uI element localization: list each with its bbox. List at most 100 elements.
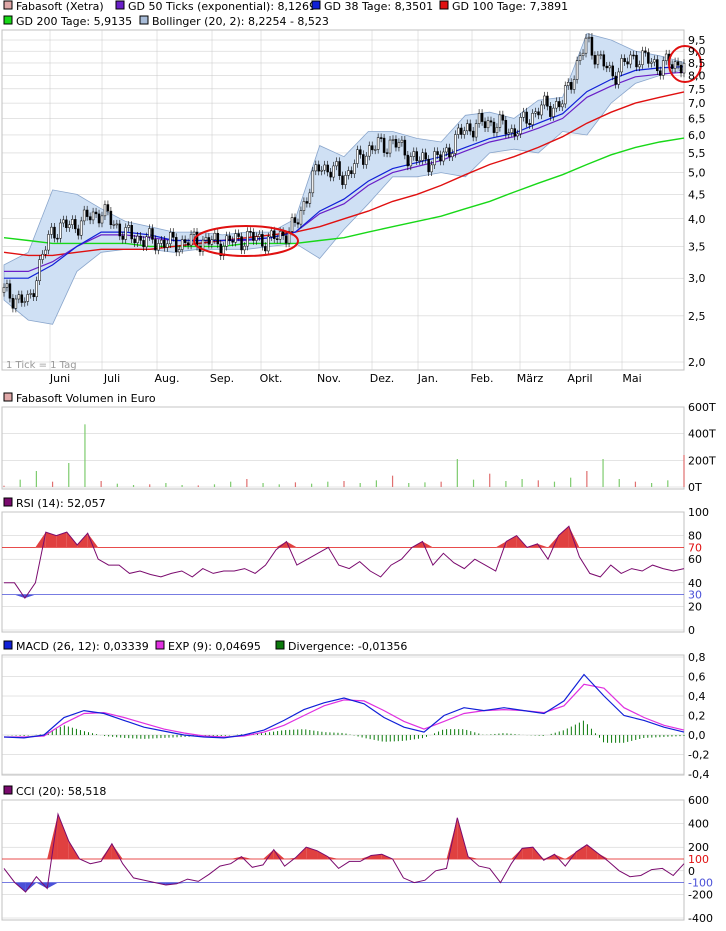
legend-swatch-gd100 xyxy=(439,0,449,10)
candle-body xyxy=(424,152,427,160)
legend-label-volume: Fabasoft Volumen in Euro xyxy=(16,392,156,405)
candle-body xyxy=(620,58,623,73)
candle-body xyxy=(552,107,555,117)
legend-swatch-exp xyxy=(155,640,165,650)
candle-body xyxy=(160,239,163,244)
candle-body xyxy=(142,240,145,248)
candle-body xyxy=(130,225,133,240)
candle-body xyxy=(451,153,454,158)
price-y-label: 7,0 xyxy=(688,97,706,110)
cci-upper-area xyxy=(522,847,533,859)
candle-body xyxy=(537,111,540,116)
candle-body xyxy=(412,151,416,157)
candle-body xyxy=(8,283,12,299)
candle-body xyxy=(97,213,101,224)
legend-swatch-cci xyxy=(3,785,13,795)
candle-body xyxy=(617,71,620,85)
volume-bar xyxy=(634,481,637,487)
candle-body xyxy=(602,54,606,67)
candle-body xyxy=(555,101,558,109)
candle-body xyxy=(255,236,258,241)
candle-body xyxy=(614,75,617,85)
candle-body xyxy=(148,228,151,237)
candle-body xyxy=(320,169,323,172)
macd-y-label: 0,4 xyxy=(688,690,706,703)
candle-body xyxy=(38,259,41,282)
candle-body xyxy=(572,79,576,90)
macd-y-label: -0,4 xyxy=(688,768,709,781)
candle-body xyxy=(157,243,160,251)
candle-body xyxy=(578,55,582,61)
price-y-label: 7,5 xyxy=(688,83,706,96)
candle-body xyxy=(50,226,53,235)
price-legend: Fabasoft (Xetra) GD 50 Ticks (exponentia… xyxy=(3,0,568,28)
candle-body xyxy=(228,235,231,241)
candle-body xyxy=(103,204,107,217)
candle-body xyxy=(430,164,433,173)
candle-body xyxy=(350,170,353,175)
volume-bar xyxy=(213,484,216,487)
candle-body xyxy=(133,238,136,244)
candle-body xyxy=(23,301,27,303)
candle-body xyxy=(367,145,371,157)
candle-body xyxy=(676,61,680,66)
candle-body xyxy=(664,53,668,61)
legend-label-gd200: GD 200 Tage: 5,9135 xyxy=(16,15,132,28)
candle-body xyxy=(344,175,347,185)
candle-body xyxy=(611,65,614,77)
candle-body xyxy=(85,209,89,217)
candle-body xyxy=(454,134,457,154)
volume-bar xyxy=(359,483,361,487)
volume-bar xyxy=(553,481,556,487)
candle-body xyxy=(213,232,217,240)
legend-label-gd38: GD 38 Tage: 8,3501 xyxy=(324,0,433,13)
candle-body xyxy=(278,231,282,240)
volume-bar xyxy=(262,483,264,487)
volume-bar xyxy=(132,485,135,487)
month-label: April xyxy=(567,372,592,385)
volume-bar xyxy=(537,480,539,487)
candle-body xyxy=(166,243,169,248)
candle-body xyxy=(32,293,35,298)
candle-body xyxy=(207,237,211,245)
price-y-label: 5,0 xyxy=(688,167,706,180)
candle-body xyxy=(442,151,445,162)
month-label: Feb. xyxy=(471,372,494,385)
legend-swatch-divergence xyxy=(275,640,285,650)
rsi-y-label: 0 xyxy=(688,624,695,637)
candle-body xyxy=(463,130,466,135)
volume-bar xyxy=(197,485,199,487)
candle-body xyxy=(427,158,430,173)
candle-body xyxy=(180,239,184,250)
candle-body xyxy=(183,239,187,243)
candle-body xyxy=(415,151,419,161)
rsi-y-label: 20 xyxy=(688,600,702,613)
price-y-label: 2,5 xyxy=(688,310,706,323)
candle-body xyxy=(492,121,496,133)
volume-bar xyxy=(408,483,410,487)
candle-body xyxy=(249,231,252,233)
candle-body xyxy=(14,298,18,309)
legend-swatch-gd200 xyxy=(3,15,13,25)
candle-body xyxy=(189,234,193,246)
candle-body xyxy=(237,233,240,237)
candle-body xyxy=(673,61,677,69)
candle-body xyxy=(448,147,451,158)
candle-body xyxy=(323,164,326,171)
candle-body xyxy=(347,170,350,176)
candle-body xyxy=(296,222,300,225)
month-label: Nov. xyxy=(317,372,341,385)
candle-body xyxy=(653,59,656,63)
candle-body xyxy=(332,165,335,178)
candle-body xyxy=(373,149,377,151)
volume-bar xyxy=(84,424,86,487)
candle-body xyxy=(290,217,294,232)
candle-body xyxy=(486,120,490,129)
volume-bar xyxy=(278,484,280,487)
candle-body xyxy=(439,154,442,162)
candle-body xyxy=(561,103,564,108)
candle-body xyxy=(267,236,270,252)
candle-body xyxy=(341,175,344,185)
candle-body xyxy=(109,210,113,226)
candle-body xyxy=(74,219,77,230)
